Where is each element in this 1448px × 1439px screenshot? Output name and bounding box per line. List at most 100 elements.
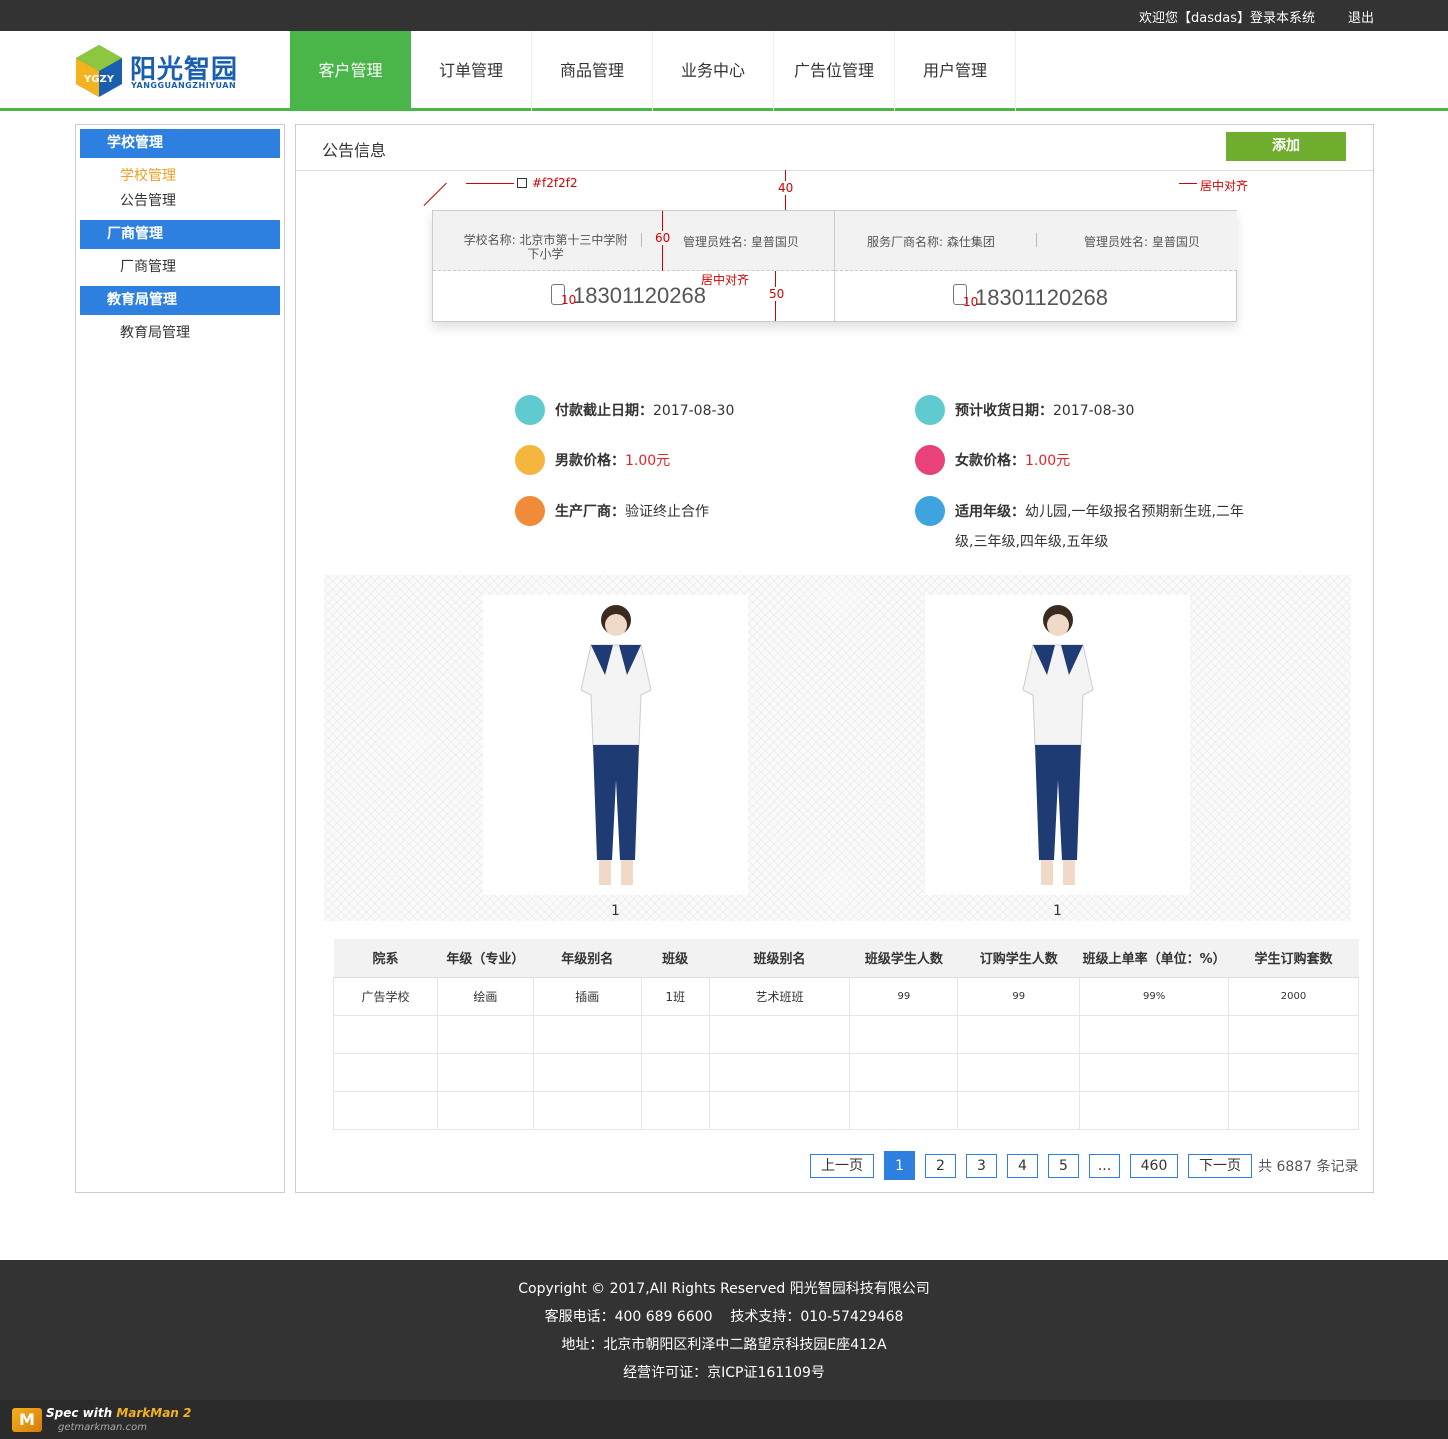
vendor-admin: 管理员姓名: 皇普国贝 (1084, 235, 1200, 249)
grade-value-2: 级,三年级,四年级,五年级 (955, 534, 1109, 550)
maker-label: 生产厂商： (555, 504, 625, 520)
male-uniform-photo (483, 595, 748, 895)
female-label: 女款价格： (955, 453, 1025, 469)
nav-customer[interactable]: 客户管理 (290, 31, 411, 111)
logo-sub: YANGGUANGZHIYUAN (131, 81, 237, 90)
delivery-icon (915, 395, 945, 425)
table-header-row: 院系 年级（专业） 年级别名 班级 班级别名 班级学生人数 订购学生人数 班级上… (333, 939, 1359, 978)
calendar-icon (515, 395, 545, 425)
page-last-button[interactable]: 460 (1130, 1153, 1178, 1178)
grade-value-1: 幼儿园,一年级报名预期新生班,二年 (1025, 504, 1244, 520)
annotation-center-1: 居中对齐 (1200, 179, 1249, 193)
prev-page-button[interactable]: 上一页 (810, 1153, 874, 1178)
header: YGZY 阳光智园 YANGGUANGZHIYUAN 客户管理 订单管理 商品管… (0, 31, 1448, 111)
annotation-40: 40 (778, 181, 794, 195)
female-icon (915, 445, 945, 475)
table-cell: 99% (1079, 976, 1230, 1016)
col-class: 班级 (641, 939, 710, 978)
page-1-button[interactable]: 1 (884, 1151, 915, 1180)
next-page-button[interactable]: 下一页 (1188, 1153, 1252, 1178)
male-icon (515, 445, 545, 475)
maker-value: 验证终止合作 (625, 504, 709, 520)
main-nav: 客户管理 订单管理 商品管理 业务中心 广告位管理 用户管理 (290, 31, 1016, 111)
student-figure-icon (580, 605, 652, 885)
nav-ads[interactable]: 广告位管理 (774, 31, 895, 111)
female-value: 1.00元 (1025, 453, 1071, 469)
main-panel: 公告信息 添加 #f2f2f2 40 居中对齐 学校名称: 北京市第十三中学附下… (295, 124, 1374, 1193)
sidebar-group-edu[interactable]: 教育局管理 (80, 286, 280, 315)
footer-copyright: Copyright © 2017,All Rights Reserved 阳光智… (518, 1281, 930, 1297)
col-class-alias: 班级别名 (709, 939, 850, 978)
logo[interactable]: YGZY 阳光智园 YANGGUANGZHIYUAN (74, 43, 244, 99)
table-row (333, 1014, 1359, 1054)
total-records: 共 6887 条记录 (1258, 1158, 1359, 1175)
markman-bar: M Spec with MarkMan 2 getmarkman.com (0, 1400, 1448, 1439)
annotation-center-2: 居中对齐 (701, 273, 750, 287)
footer-license: 经营许可证：京ICP证161109号 (623, 1365, 825, 1381)
table-cell: 2000 (1228, 976, 1359, 1016)
photo-caption-1: 1 (611, 903, 620, 919)
sidebar-group-vendor[interactable]: 厂商管理 (80, 220, 280, 249)
markman-url: getmarkman.com (58, 1422, 147, 1433)
sidebar-item-vendor[interactable]: 厂商管理 (76, 255, 284, 280)
table-cell: 99 (957, 976, 1081, 1016)
female-uniform-photo (925, 595, 1190, 895)
page-3-button[interactable]: 3 (966, 1153, 997, 1178)
nav-users[interactable]: 用户管理 (895, 31, 1016, 111)
annotation-color: #f2f2f2 (532, 176, 578, 190)
vendor-name: 服务厂商名称: 森仕集团 (867, 235, 995, 249)
sidebar-group-school[interactable]: 学校管理 (80, 129, 280, 158)
annotation-line-2 (1179, 183, 1197, 184)
col-order-rate: 班级上单率（单位：%） (1079, 939, 1229, 978)
school-card: 学校名称: 北京市第十三中学附下小学 管理员姓名: 皇普国贝 60 10 183… (433, 211, 835, 321)
pay-label: 付款截止日期： (555, 403, 653, 419)
table-row (333, 1052, 1359, 1092)
footer: Copyright © 2017,All Rights Reserved 阳光智… (0, 1260, 1448, 1400)
logo-badge: YGZY (83, 74, 115, 85)
col-grade-alias: 年级别名 (533, 939, 642, 978)
photo-caption-2: 1 (1053, 903, 1062, 919)
grade-label: 适用年级： (955, 504, 1025, 520)
welcome-text: 欢迎您【dasdas】登录本系统 (1139, 11, 1315, 26)
uniform-image-panel: 1 1 (324, 575, 1351, 921)
nav-goods[interactable]: 商品管理 (532, 31, 653, 111)
add-button[interactable]: 添加 (1226, 132, 1346, 161)
male-label: 男款价格： (555, 453, 625, 469)
factory-icon (515, 496, 545, 526)
nav-business[interactable]: 业务中心 (653, 31, 774, 111)
col-department: 院系 (333, 939, 438, 978)
markman-text: Spec with MarkMan 2 (46, 1406, 192, 1420)
receive-label: 预计收货日期： (955, 403, 1053, 419)
receive-value: 2017-08-30 (1053, 403, 1135, 419)
top-bar: 欢迎您【dasdas】登录本系统 退出 (0, 0, 1448, 31)
logout-link[interactable]: 退出 (1348, 7, 1374, 26)
main-header: 公告信息 添加 (296, 125, 1373, 171)
table-cell: 广告学校 (333, 976, 438, 1016)
col-order-sets: 学生订购套数 (1228, 939, 1359, 978)
table-row: 广告学校 绘画 插画 1班 艺术班班 99 99 99% 2000 (333, 976, 1359, 1016)
footer-phone: 客服电话：400 689 6600 技术支持：010-57429468 (544, 1309, 904, 1325)
pagination: 上一页 1 2 3 4 5 ... 460 下一页 共 6887 条记录 (810, 1151, 1359, 1180)
class-table: 院系 年级（专业） 年级别名 班级 班级别名 班级学生人数 订购学生人数 班级上… (333, 939, 1359, 1130)
page-5-button[interactable]: 5 (1048, 1153, 1079, 1178)
markman-logo-icon: M (12, 1408, 42, 1432)
page-2-button[interactable]: 2 (925, 1153, 956, 1178)
table-row (333, 1090, 1359, 1130)
annotation-line (466, 183, 514, 184)
footer-address: 地址：北京市朝阳区利泽中二路望京科技园E座412A (561, 1337, 887, 1353)
nav-order[interactable]: 订单管理 (411, 31, 532, 111)
col-grade: 年级（专业） (437, 939, 534, 978)
page-title: 公告信息 (322, 141, 387, 160)
sidebar-item-school[interactable]: 学校管理 (76, 164, 284, 189)
table-cell: 绘画 (436, 976, 534, 1016)
page-4-button[interactable]: 4 (1007, 1153, 1038, 1178)
school-admin: 管理员姓名: 皇普国贝 (683, 235, 799, 249)
color-swatch (517, 178, 527, 188)
annotation-60: 60 (655, 231, 671, 245)
annotation-arrow (423, 182, 447, 206)
vendor-phone: 18301120268 (975, 285, 1108, 310)
sidebar-item-notice[interactable]: 公告管理 (76, 189, 284, 214)
sidebar-item-edu[interactable]: 教育局管理 (76, 321, 284, 346)
table-cell: 插画 (532, 976, 642, 1016)
page-ellipsis: ... (1089, 1153, 1120, 1178)
